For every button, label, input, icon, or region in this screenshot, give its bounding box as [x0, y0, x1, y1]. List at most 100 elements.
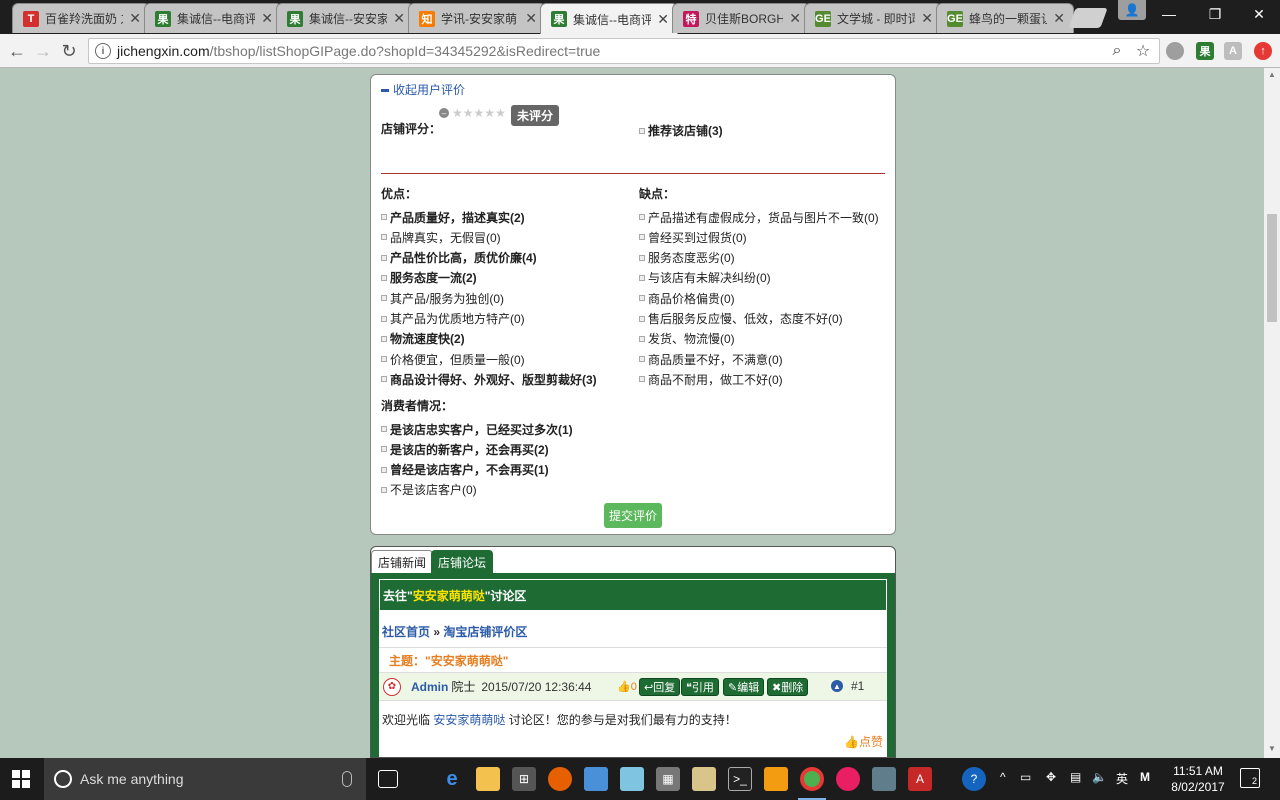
crumb-home-link[interactable]: 社区首页 [382, 625, 430, 639]
reload-icon[interactable]: ↻ [58, 40, 80, 62]
checkbox[interactable] [639, 376, 645, 383]
checkbox[interactable] [381, 376, 387, 383]
ime-icon[interactable]: M [1140, 770, 1150, 784]
avatar[interactable]: ✿ [383, 677, 401, 696]
profile-icon[interactable]: 👤 [1118, 0, 1146, 20]
review-option[interactable]: 商品设计得好、外观好、版型剪裁好(3) [381, 370, 597, 388]
checkbox[interactable] [639, 127, 645, 134]
post-author[interactable]: Admin [411, 680, 448, 694]
browser-tab[interactable]: GE 文学城 - 即时词 ✕ [804, 3, 942, 33]
checkbox[interactable] [381, 234, 387, 241]
folder-icon[interactable] [692, 767, 716, 791]
pdf-icon[interactable]: A [908, 767, 932, 791]
star-icon[interactable]: ★ [474, 107, 485, 119]
contacts-icon[interactable] [584, 767, 608, 791]
browser-tab[interactable]: 果集诚信--电商评 ✕ [144, 3, 282, 33]
review-option[interactable]: 其产品为优质地方特产(0) [381, 310, 525, 328]
chrome-icon[interactable] [800, 767, 824, 791]
checkbox[interactable] [639, 274, 645, 281]
address-bar[interactable]: i jichengxin.com/tbshop/listShopGIPage.d… [88, 38, 1160, 64]
review-option[interactable]: 品牌真实，无假冒(0) [381, 228, 501, 246]
scrollbar-thumb[interactable] [1267, 214, 1277, 322]
review-option[interactable]: 是该店忠实客户，已经买过多次(1) [381, 420, 573, 438]
star-icon[interactable]: ★ [452, 107, 463, 119]
maximize-button[interactable]: ❐ [1192, 0, 1238, 28]
review-option[interactable]: 产品性价比高，质优价廉(4) [381, 249, 537, 267]
review-option[interactable]: 是该店的新客户，还会再买(2) [381, 440, 549, 458]
review-option[interactable]: 产品描述有虚假成分，货品与图片不一致(0) [639, 208, 879, 226]
review-option[interactable]: 曾经买到过假货(0) [639, 228, 747, 246]
like-count[interactable]: 👍0 [617, 680, 637, 693]
jichengxin-extension-icon[interactable]: 果 [1196, 42, 1214, 60]
recommend-shop-option[interactable]: 推荐该店铺(3) [639, 122, 723, 139]
taskbar-search[interactable]: Ask me anything [44, 758, 366, 800]
site-info-icon[interactable]: i [95, 43, 111, 59]
checkbox[interactable] [381, 214, 387, 220]
scroll-up-icon[interactable]: ▲ [1267, 70, 1277, 79]
review-option[interactable]: 服务态度一流(2) [381, 269, 477, 287]
minimize-button[interactable]: — [1146, 0, 1192, 28]
review-option[interactable]: 不是该店客户(0) [381, 481, 477, 499]
browser-tab[interactable]: 知学讯-安安家萌 ✕ [408, 3, 546, 33]
review-option[interactable]: 产品质量好，描述真实(2) [381, 208, 525, 226]
reset-rating-icon[interactable]: – [439, 108, 449, 118]
checkbox[interactable] [381, 446, 387, 453]
app-icon[interactable] [764, 767, 788, 791]
browser-tab[interactable]: T百雀羚洗面奶 之✕ [12, 3, 150, 33]
browser-tab[interactable]: 果集诚信--安安家 ✕ [276, 3, 414, 33]
checkbox[interactable] [639, 234, 645, 241]
upload-extension-icon[interactable]: ↑ [1254, 42, 1272, 60]
browser-tab[interactable]: GE 蜂鸟的一颗蛋让 ✕ [936, 3, 1074, 33]
photos-icon[interactable] [836, 767, 860, 791]
edge-icon[interactable]: e [440, 767, 464, 791]
review-option[interactable]: 发货、物流慢(0) [639, 330, 735, 348]
microphone-icon[interactable] [342, 771, 352, 787]
tray-expand-icon[interactable]: ^ [1000, 770, 1006, 784]
checkbox[interactable] [381, 315, 387, 322]
review-option[interactable]: 商品质量不好，不满意(0) [639, 350, 783, 368]
edit-button[interactable]: ✎ 编辑 [723, 678, 765, 696]
checkbox[interactable] [381, 356, 387, 363]
close-tab-icon[interactable]: ✕ [393, 10, 405, 27]
battery-icon[interactable]: ▭ [1020, 770, 1031, 784]
review-option[interactable]: 商品价格偏贵(0) [639, 289, 735, 307]
news-icon[interactable] [872, 767, 896, 791]
quote-button[interactable]: ❝ 引用 [681, 678, 719, 696]
browser-tab[interactable]: 特贝佳斯BORGHE✕ [672, 3, 810, 33]
checkbox[interactable] [381, 335, 387, 342]
notes-icon[interactable] [620, 767, 644, 791]
close-tab-icon[interactable]: ✕ [525, 10, 537, 27]
delete-button[interactable]: ✖ 删除 [767, 678, 809, 696]
close-window-button[interactable]: ✕ [1236, 0, 1280, 28]
checkbox[interactable] [639, 356, 645, 363]
review-option[interactable]: 服务态度恶劣(0) [639, 249, 735, 267]
crumb-section-link[interactable]: 淘宝店铺评价区 [443, 625, 527, 639]
forum-header[interactable]: 去往" 安安家萌萌哒 "讨论区 [379, 579, 887, 611]
close-tab-icon[interactable]: ✕ [129, 10, 141, 27]
review-option[interactable]: 其产品/服务为独创(0) [381, 289, 504, 307]
back-icon[interactable]: ← [6, 40, 28, 62]
dropbox-icon[interactable]: ✥ [1046, 770, 1056, 784]
task-view-icon[interactable] [378, 770, 398, 788]
close-tab-icon[interactable]: ✕ [789, 10, 801, 27]
like-post-button[interactable]: 👍点赞 [844, 733, 883, 750]
forward-icon[interactable]: → [32, 40, 54, 62]
store-icon[interactable]: ⊞ [512, 767, 536, 791]
volume-icon[interactable]: 🔈 [1092, 770, 1107, 784]
scroll-down-icon[interactable]: ▼ [1267, 744, 1277, 753]
checkbox[interactable] [639, 295, 645, 302]
checkbox[interactable] [639, 254, 645, 261]
checkbox[interactable] [639, 335, 645, 342]
review-option[interactable]: 售后服务反应慢、低效，态度不好(0) [639, 310, 843, 328]
checkbox[interactable] [639, 214, 645, 220]
checkbox[interactable] [639, 315, 645, 322]
start-button[interactable] [12, 770, 30, 788]
checkbox[interactable] [381, 274, 387, 281]
submit-review-button[interactable]: 提交评价 [604, 503, 662, 528]
close-tab-icon[interactable]: ✕ [657, 11, 669, 28]
zoom-icon[interactable]: ⌕ [1107, 42, 1127, 60]
checkbox[interactable] [381, 466, 387, 473]
collapse-reviews-link[interactable]: 收起用户评价 [381, 81, 465, 98]
bookmark-star-icon[interactable]: ☆ [1133, 41, 1153, 61]
checkbox[interactable] [381, 426, 387, 432]
